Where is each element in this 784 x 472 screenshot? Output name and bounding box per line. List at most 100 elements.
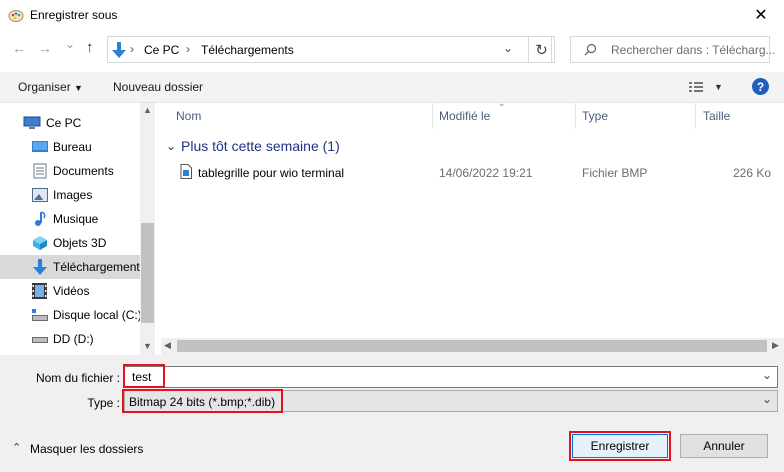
organize-label: Organiser (18, 80, 71, 94)
pictures-icon (32, 188, 48, 202)
scroll-right-icon[interactable]: ▶ (772, 340, 779, 351)
sidebar-item-label: Bureau (53, 140, 92, 154)
type-label: Type : (87, 396, 120, 410)
drive-d-icon (32, 337, 48, 343)
cancel-button[interactable]: Annuler (680, 434, 768, 458)
column-header-size[interactable]: Taille (703, 109, 730, 123)
sidebar-item-videos[interactable]: Vidéos (0, 279, 140, 303)
group-collapse-icon[interactable]: ⌄ (166, 139, 176, 153)
column-header-modified[interactable]: Modifié le (439, 109, 490, 123)
title-bar (0, 0, 784, 30)
drive-c-icon (32, 309, 48, 321)
music-icon (35, 211, 46, 226)
column-divider[interactable] (575, 103, 576, 129)
desktop-icon (32, 141, 48, 152)
refresh-icon: ↻ (535, 41, 548, 59)
save-button[interactable]: Enregistrer (572, 434, 668, 458)
organize-menu-button[interactable]: Organiser ▼ (18, 80, 83, 94)
bmp-file-icon (180, 164, 192, 179)
sidebar-item-label: DD (D:) (53, 332, 94, 346)
column-divider[interactable] (695, 103, 696, 129)
sidebar-item-music[interactable]: Musique (0, 207, 140, 231)
up-arrow-icon: ↑ (86, 39, 94, 56)
back-arrow-icon: ← (12, 40, 26, 56)
forward-arrow-icon: → (38, 40, 52, 56)
recent-locations-button[interactable]: ⌄ (65, 37, 75, 51)
downloads-folder-icon (112, 42, 126, 58)
help-button[interactable]: ? (752, 78, 769, 95)
sidebar-scrollbar[interactable]: ▲ ▼ (140, 103, 155, 355)
breadcrumb-separator: › (130, 42, 134, 56)
sidebar-item-label: Musique (53, 212, 99, 226)
caret-down-icon: ▼ (74, 83, 83, 93)
sidebar-item-label: Vidéos (53, 284, 90, 298)
new-folder-button[interactable]: Nouveau dossier (113, 80, 203, 94)
forward-button[interactable]: → (38, 40, 52, 56)
file-modified: 14/06/2022 19:21 (439, 166, 533, 180)
videos-icon (32, 283, 47, 299)
paint-app-icon (8, 10, 24, 22)
back-button[interactable]: ← (12, 40, 26, 56)
sidebar-item-label: Ce PC (46, 116, 82, 130)
sidebar-item-3d-objects[interactable]: Objets 3D (0, 231, 140, 255)
sidebar-item-documents[interactable]: Documents (0, 159, 140, 183)
scrollbar-thumb[interactable] (141, 223, 154, 323)
breadcrumb-item-ce-pc[interactable]: Ce PC (144, 43, 179, 57)
up-button[interactable]: ↑ (86, 39, 94, 56)
pc-icon (23, 116, 41, 129)
sidebar-item-desktop[interactable]: Bureau (0, 135, 140, 159)
file-type: Fichier BMP (582, 166, 648, 180)
horizontal-scrollbar[interactable]: ◀ ▶ (161, 338, 784, 355)
documents-icon (33, 163, 47, 179)
sidebar-item-label: Disque local (C:) (53, 308, 142, 322)
help-icon: ? (756, 79, 765, 94)
navigation-pane: Ce PC Bureau Documents Images Musique Ob… (0, 103, 155, 355)
hide-folders-toggle[interactable]: Masquer les dossiers (30, 442, 143, 456)
breadcrumb-item-downloads[interactable]: Téléchargements (201, 43, 294, 57)
pane-splitter[interactable] (155, 103, 161, 355)
sidebar-item-label: Téléchargements (53, 260, 146, 274)
filename-field[interactable]: test ⌄ (124, 366, 778, 388)
filetype-dropdown-icon[interactable]: ⌄ (762, 392, 772, 406)
scroll-down-icon[interactable]: ▼ (143, 341, 152, 351)
sidebar-item-drive-d[interactable]: DD (D:) (0, 327, 140, 351)
scroll-left-icon[interactable]: ◀ (164, 340, 171, 351)
sidebar-item-images[interactable]: Images (0, 183, 140, 207)
chevron-down-icon: ⌄ (65, 37, 76, 51)
filetype-highlight-box (122, 389, 283, 413)
file-name: tablegrille pour wio terminal (198, 166, 345, 180)
sidebar-item-downloads[interactable]: Téléchargements (0, 255, 146, 279)
objects-3d-icon (33, 236, 47, 250)
breadcrumb-separator: › (186, 42, 190, 56)
sidebar-item-drive-c[interactable]: Disque local (C:) (0, 303, 142, 327)
close-icon: ✕ (754, 7, 768, 24)
sidebar-item-label: Images (53, 188, 93, 202)
search-box[interactable]: Rechercher dans : Télécharg... (570, 36, 776, 63)
filename-label: Nom du fichier : (35, 371, 120, 385)
address-dropdown-icon[interactable]: ⌄ (503, 41, 513, 55)
group-header[interactable]: Plus tôt cette semaine (1) (181, 138, 340, 154)
scroll-up-icon[interactable]: ▲ (143, 105, 152, 115)
search-placeholder: Rechercher dans : Télécharg... (611, 43, 776, 57)
filename-dropdown-icon[interactable]: ⌄ (762, 368, 772, 382)
refresh-button[interactable]: ↻ (528, 36, 555, 63)
sidebar-item-ce-pc[interactable]: Ce PC (0, 111, 140, 135)
column-divider[interactable] (432, 103, 433, 129)
view-details-icon[interactable] (689, 81, 705, 93)
vertical-scrollbar[interactable] (772, 103, 784, 338)
sort-chevron-icon: ⌄ (498, 98, 506, 108)
close-button[interactable]: ✕ (738, 0, 784, 30)
sidebar-item-label: Objets 3D (53, 236, 107, 250)
filename-highlight-box (123, 364, 165, 388)
chevron-up-icon[interactable]: ⌃ (12, 441, 21, 454)
window-title: Enregistrer sous (30, 8, 118, 22)
downloads-icon (33, 259, 47, 275)
column-header-name[interactable]: Nom (176, 109, 201, 123)
scrollbar-thumb[interactable] (177, 340, 767, 352)
file-size: 226 Ko (733, 166, 772, 180)
sidebar-item-label: Documents (53, 164, 114, 178)
column-header-type[interactable]: Type (582, 109, 608, 123)
search-icon (584, 43, 597, 56)
view-options-dropdown[interactable]: ▼ (714, 82, 723, 92)
address-bar[interactable]: › Ce PC › Téléchargements ⌄ (107, 36, 552, 63)
